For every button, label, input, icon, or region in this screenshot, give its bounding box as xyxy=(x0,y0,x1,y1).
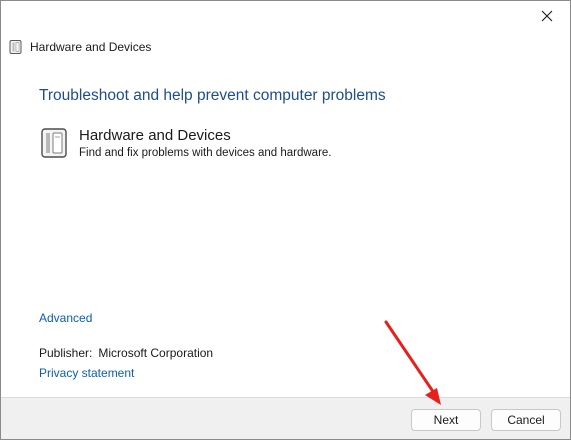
advanced-link[interactable]: Advanced xyxy=(39,311,92,325)
publisher-label: Publisher: xyxy=(39,346,93,360)
privacy-statement-link[interactable]: Privacy statement xyxy=(39,366,134,380)
close-icon xyxy=(541,10,553,22)
troubleshooter-window: Hardware and Devices Troubleshoot and he… xyxy=(0,0,571,440)
publisher-info: Publisher: Microsoft Corporation xyxy=(39,346,213,360)
troubleshooter-item: Hardware and Devices Find and fix proble… xyxy=(39,127,332,159)
wizard-header: Hardware and Devices xyxy=(8,37,151,57)
publisher-value: Microsoft Corporation xyxy=(98,346,214,360)
next-button[interactable]: Next xyxy=(411,409,481,431)
cancel-button[interactable]: Cancel xyxy=(491,409,561,431)
close-button[interactable] xyxy=(524,1,570,31)
troubleshooter-item-title: Hardware and Devices xyxy=(79,127,231,144)
button-bar: Next Cancel xyxy=(1,397,570,439)
hardware-device-icon xyxy=(41,128,67,158)
troubleshooter-item-description: Find and fix problems with devices and h… xyxy=(79,147,332,159)
page-heading: Troubleshoot and help prevent computer p… xyxy=(39,87,386,104)
hardware-device-icon xyxy=(9,40,22,54)
troubleshooter-item-text: Hardware and Devices Find and fix proble… xyxy=(79,127,332,159)
title-bar xyxy=(1,1,570,31)
wizard-header-title: Hardware and Devices xyxy=(30,40,152,54)
